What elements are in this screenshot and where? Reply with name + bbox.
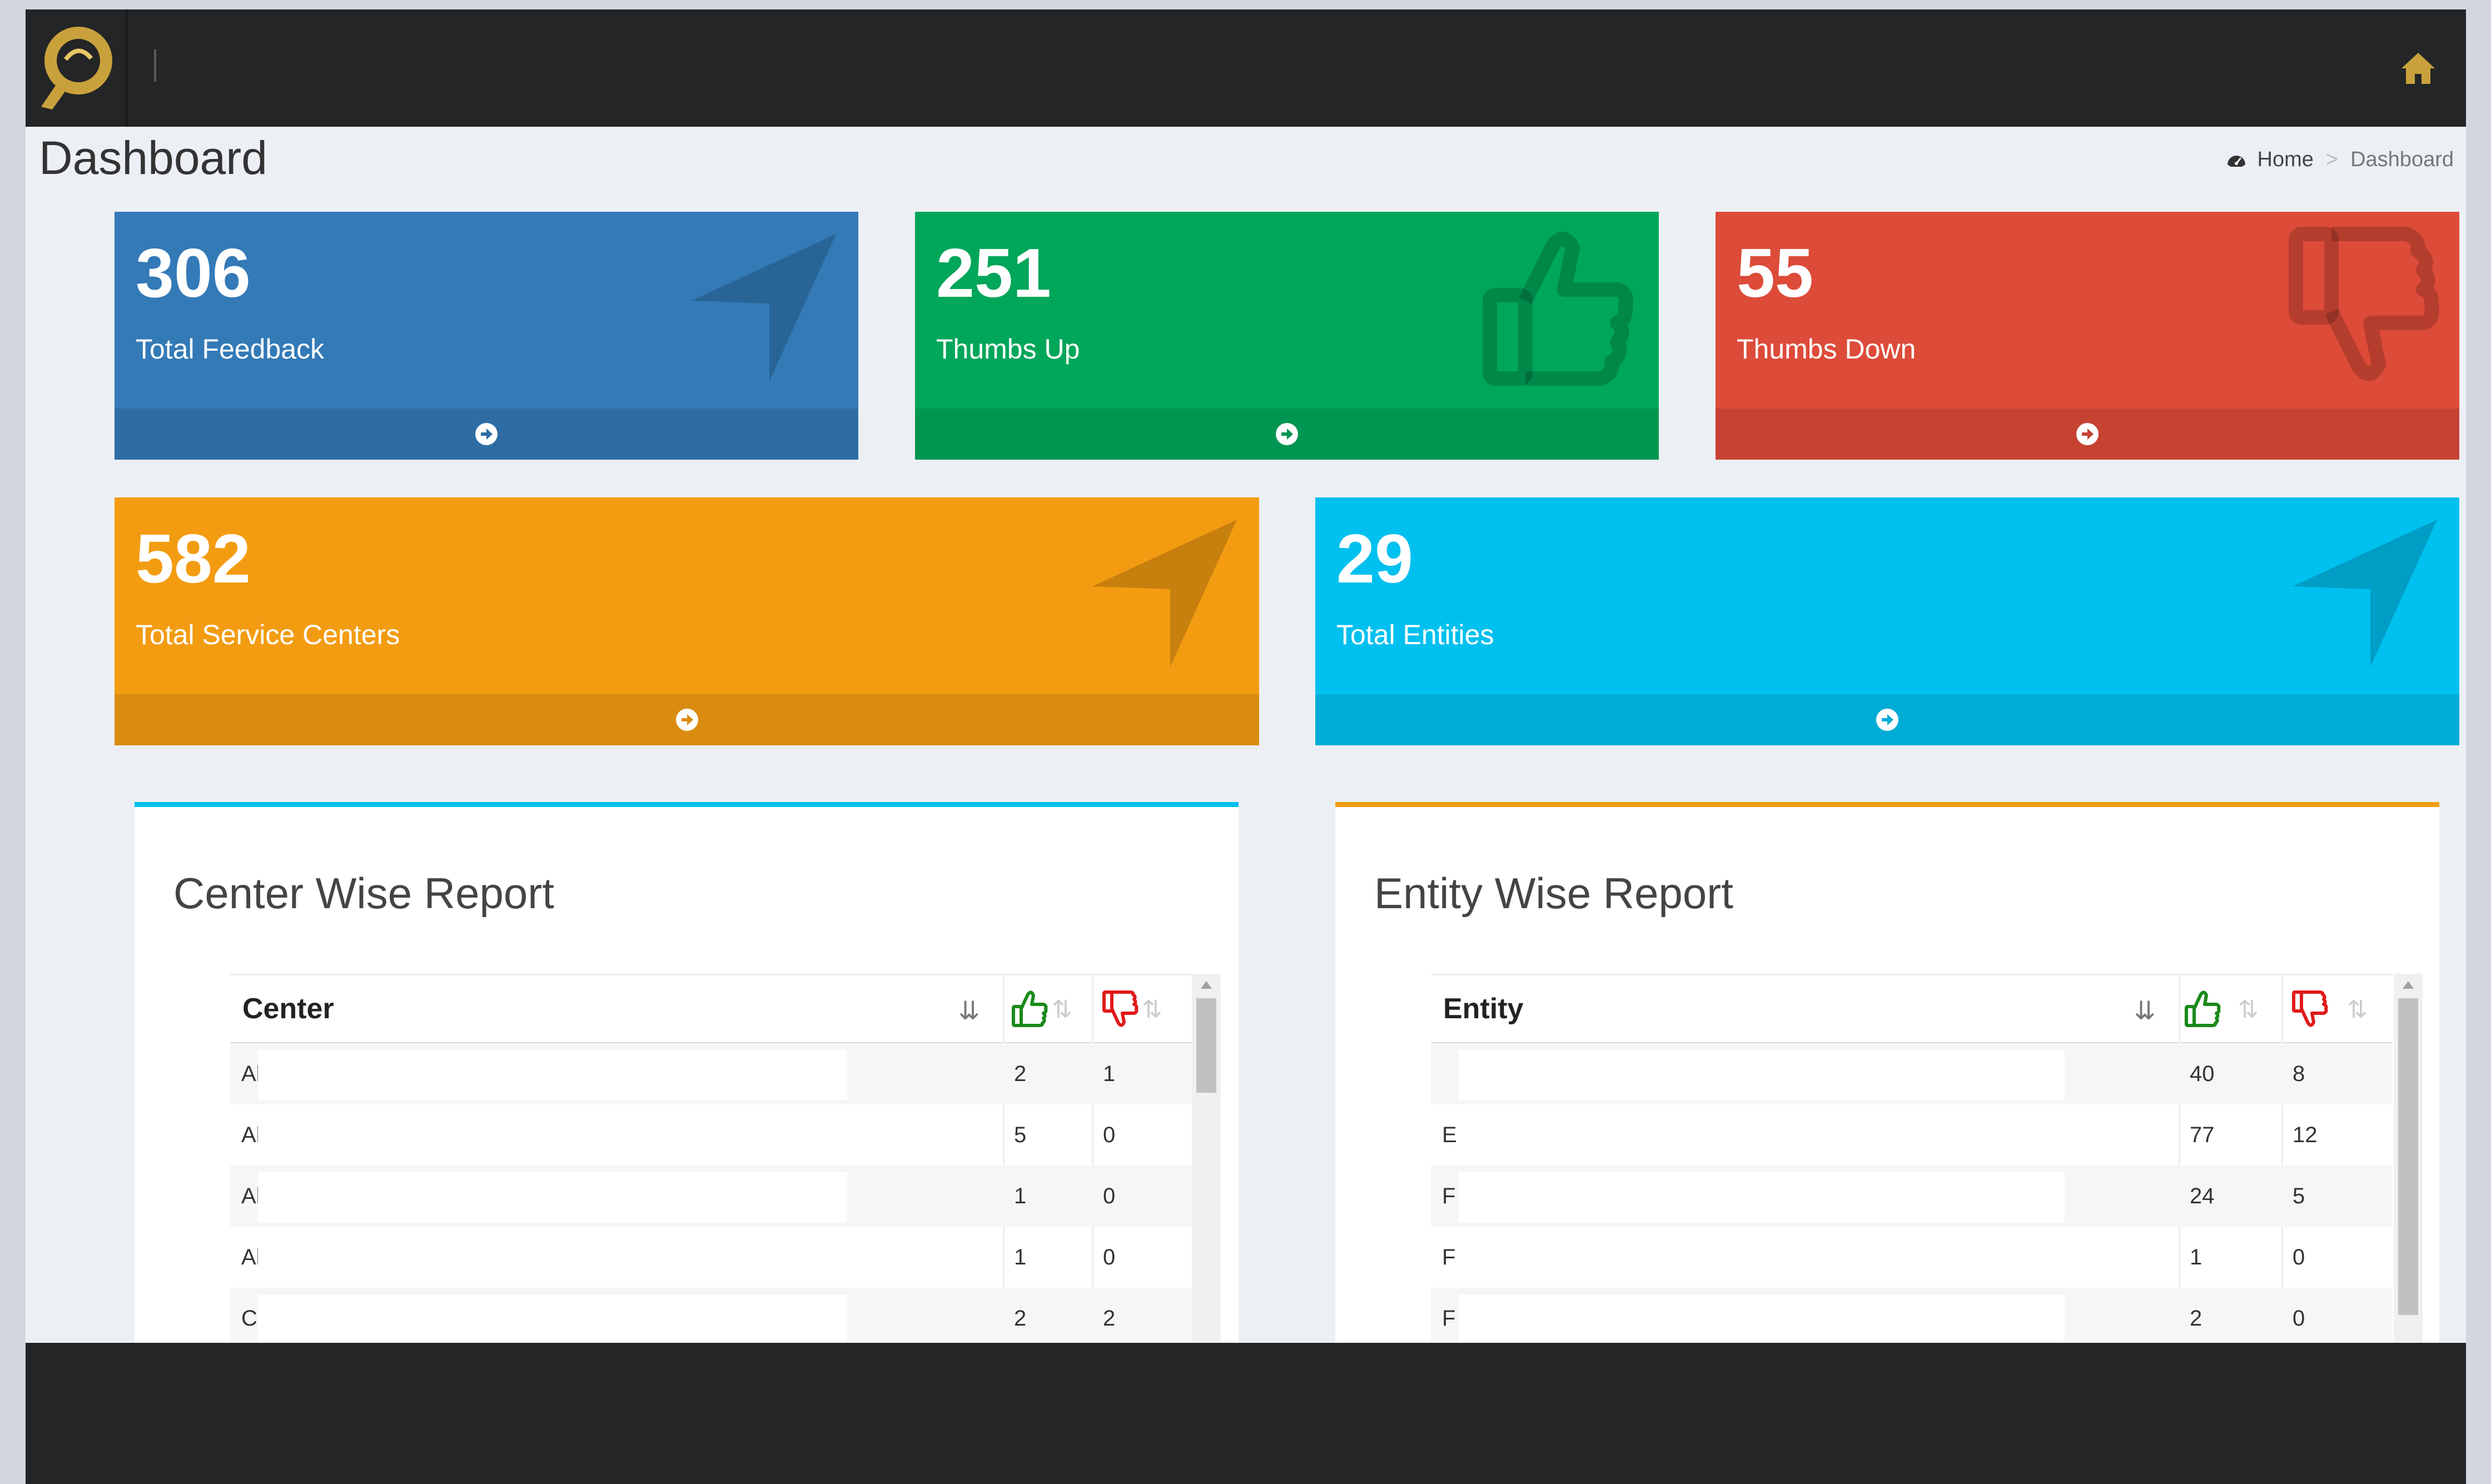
table-row[interactable]: 40 8: [1431, 1043, 2393, 1104]
table-row[interactable]: Al 1 0: [230, 1166, 1192, 1227]
thumbs-down-count: 0: [2293, 1306, 2305, 1331]
thumbs-down-count: 8: [2293, 1062, 2305, 1086]
sort-active-icon[interactable]: ⇊: [958, 995, 980, 1025]
arrow-circle-right-icon: [1276, 423, 1298, 445]
stat-value: 251: [936, 235, 1051, 312]
sort-icon[interactable]: ⇅: [1052, 995, 1072, 1024]
stat-label: Total Entities: [1336, 619, 1494, 650]
table-row[interactable]: Al 2 1: [230, 1043, 1192, 1104]
thumbs-up-box: 251 Thumbs Up: [915, 212, 1659, 460]
stat-value: 306: [136, 235, 251, 312]
table-row[interactable]: Al 1 0: [230, 1227, 1192, 1288]
table-row[interactable]: E 77 12: [1431, 1104, 2393, 1166]
panel-title: Entity Wise Report: [1374, 869, 1733, 918]
table-row[interactable]: F 1 0: [1431, 1227, 2393, 1288]
bottom-bar: [26, 1343, 2466, 1484]
arrow-circle-right-icon: [675, 709, 698, 731]
table-row[interactable]: C 2 2: [230, 1288, 1192, 1343]
stat-label: Total Feedback: [136, 333, 325, 365]
more-info-link[interactable]: [1716, 409, 2459, 460]
home-icon[interactable]: [2398, 48, 2438, 88]
scroll-up-arrow[interactable]: [1192, 974, 1221, 996]
more-info-link[interactable]: [915, 409, 1659, 460]
thumbs-up-header-icon: [2185, 990, 2221, 1027]
thumbs-down-icon: [2289, 227, 2439, 381]
sort-icon[interactable]: ⇅: [1142, 995, 1162, 1024]
thumbs-down-count: 0: [1103, 1184, 1116, 1208]
total-entities-box: 29 Total Entities: [1315, 497, 2459, 745]
thumbs-down-count: 0: [2293, 1245, 2305, 1269]
table-header: Entity ⇊ ⇅ ⇅: [1431, 974, 2393, 1045]
entity-report-table: Entity ⇊ ⇅ ⇅ 40 8 E 77 12 F 24 5 F 1 0 F…: [1431, 974, 2393, 1343]
page-title: Dashboard: [39, 132, 267, 184]
table-scrollbar[interactable]: [1192, 974, 1221, 1343]
center-wise-report-panel: Center Wise Report Center ⇊ ⇅ ⇅ Al 2 1 A…: [135, 802, 1239, 1343]
stat-value: 582: [136, 521, 251, 597]
scrollbar-thumb[interactable]: [2398, 998, 2418, 1315]
panel-title: Center Wise Report: [173, 869, 554, 918]
thumbs-down-count: 0: [1103, 1123, 1116, 1147]
thumbs-down-count: 0: [1103, 1245, 1116, 1269]
thumbs-down-header-icon: [2292, 990, 2328, 1027]
thumbs-down-count: 1: [1103, 1062, 1116, 1086]
breadcrumb-home-link[interactable]: Home: [2258, 148, 2314, 172]
center-report-table: Center ⇊ ⇅ ⇅ Al 2 1 Al 5 0 Al 1 0 Al 1 0…: [230, 974, 1192, 1343]
sort-active-icon[interactable]: ⇊: [2134, 995, 2156, 1025]
thumbs-down-count: 2: [1103, 1306, 1116, 1331]
total-feedback-box: 306 Total Feedback: [115, 212, 858, 460]
arrow-circle-right-icon: [2076, 423, 2099, 445]
breadcrumb-current: Dashboard: [2350, 148, 2454, 171]
entity-wise-report-panel: Entity Wise Report Entity ⇊ ⇅ ⇅ 40 8 E 7…: [1335, 802, 2439, 1343]
content-wrapper: Dashboard Home > Dashboard 306 Total Fee…: [26, 127, 2466, 1343]
breadcrumb: Home > Dashboard: [2225, 148, 2454, 172]
table-header: Center ⇊ ⇅ ⇅: [230, 974, 1192, 1045]
thumbs-up-count: 2: [1014, 1062, 1027, 1086]
scrollbar-thumb[interactable]: [1196, 998, 1216, 1093]
stat-value: 29: [1336, 521, 1413, 597]
table-row[interactable]: F 24 5: [1431, 1166, 2393, 1227]
stat-label: Thumbs Up: [936, 333, 1080, 365]
stat-label: Thumbs Down: [1737, 333, 1916, 365]
thumbs-up-count: 1: [1014, 1184, 1027, 1208]
arrow-circle-right-icon: [1876, 709, 1898, 731]
table-row[interactable]: F 2 0: [1431, 1288, 2393, 1343]
column-header-center[interactable]: Center: [230, 975, 1003, 1042]
location-arrow-icon: [692, 234, 836, 381]
thumbs-up-count: 5: [1014, 1123, 1027, 1147]
total-service-centers-box: 582 Total Service Centers: [115, 497, 1259, 745]
thumbs-up-count: 2: [1014, 1306, 1027, 1331]
thumbs-up-count: 24: [2190, 1184, 2215, 1208]
stat-value: 55: [1737, 235, 1813, 312]
top-navbar: [26, 9, 2466, 127]
logo[interactable]: [26, 9, 128, 127]
location-arrow-icon: [1092, 520, 1237, 667]
sort-icon[interactable]: ⇅: [2238, 995, 2259, 1024]
more-info-link[interactable]: [115, 409, 858, 460]
thumbs-up-count: 1: [1014, 1245, 1027, 1269]
thumbs-up-count: 40: [2190, 1062, 2215, 1086]
thumbs-down-count: 12: [2293, 1123, 2318, 1147]
logo-icon: [41, 27, 112, 109]
table-scrollbar[interactable]: [2394, 974, 2423, 1343]
dashboard-icon: [2227, 155, 2245, 167]
thumbs-up-count: 1: [2190, 1245, 2202, 1269]
more-info-link[interactable]: [115, 694, 1259, 745]
thumbs-down-count: 5: [2293, 1184, 2305, 1208]
sort-icon[interactable]: ⇅: [2347, 995, 2368, 1024]
column-header-entity[interactable]: Entity: [1431, 975, 2179, 1042]
breadcrumb-separator: >: [2325, 148, 2339, 171]
more-info-link[interactable]: [1315, 694, 2459, 745]
stat-label: Total Service Centers: [136, 619, 400, 650]
scroll-up-arrow[interactable]: [2394, 974, 2423, 996]
table-row[interactable]: Al 5 0: [230, 1104, 1192, 1166]
thumbs-up-count: 2: [2190, 1306, 2202, 1331]
thumbs-up-header-icon: [1012, 990, 1048, 1027]
thumbs-down-header-icon: [1102, 990, 1138, 1027]
navbar-separator: [154, 49, 156, 82]
location-arrow-icon: [2293, 520, 2437, 667]
arrow-circle-right-icon: [475, 423, 498, 445]
thumbs-up-icon: [1483, 231, 1633, 386]
thumbs-up-count: 77: [2190, 1123, 2215, 1147]
thumbs-down-box: 55 Thumbs Down: [1716, 212, 2459, 460]
